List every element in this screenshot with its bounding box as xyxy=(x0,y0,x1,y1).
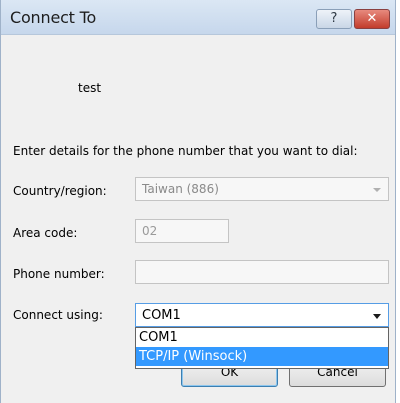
phone-number-field[interactable] xyxy=(135,260,389,284)
chevron-down-icon xyxy=(373,314,381,319)
area-code-label: Area code: xyxy=(13,226,78,240)
instruction-text: Enter details for the phone number that … xyxy=(13,144,358,158)
connection-name: test xyxy=(78,81,102,95)
connect-using-options-list: COM1 TCP/IP (Winsock) xyxy=(135,327,389,369)
dialog-title: Connect To xyxy=(10,8,97,27)
area-code-value: 02 xyxy=(142,224,158,238)
dropdown-option-tcpip[interactable]: TCP/IP (Winsock) xyxy=(136,347,388,366)
close-button[interactable]: ✕ xyxy=(354,9,390,29)
country-region-label: Country/region: xyxy=(13,184,107,198)
chevron-down-icon xyxy=(373,188,381,192)
country-region-value: Taiwan (886) xyxy=(142,182,219,196)
country-region-dropdown[interactable]: Taiwan (886) xyxy=(135,177,389,201)
connect-using-dropdown[interactable]: COM1 xyxy=(135,303,389,327)
connect-to-dialog: Connect To ? ✕ test Enter details for th… xyxy=(0,0,396,403)
connect-using-label: Connect using: xyxy=(13,308,103,322)
connect-using-value: COM1 xyxy=(142,308,181,323)
help-icon: ? xyxy=(330,11,338,26)
close-icon: ✕ xyxy=(366,11,378,26)
area-code-field[interactable]: 02 xyxy=(135,219,229,243)
help-button[interactable]: ? xyxy=(316,9,352,29)
title-bar[interactable]: Connect To ? ✕ xyxy=(1,0,395,35)
phone-number-label: Phone number: xyxy=(13,267,105,281)
dropdown-option-com1[interactable]: COM1 xyxy=(136,328,388,347)
